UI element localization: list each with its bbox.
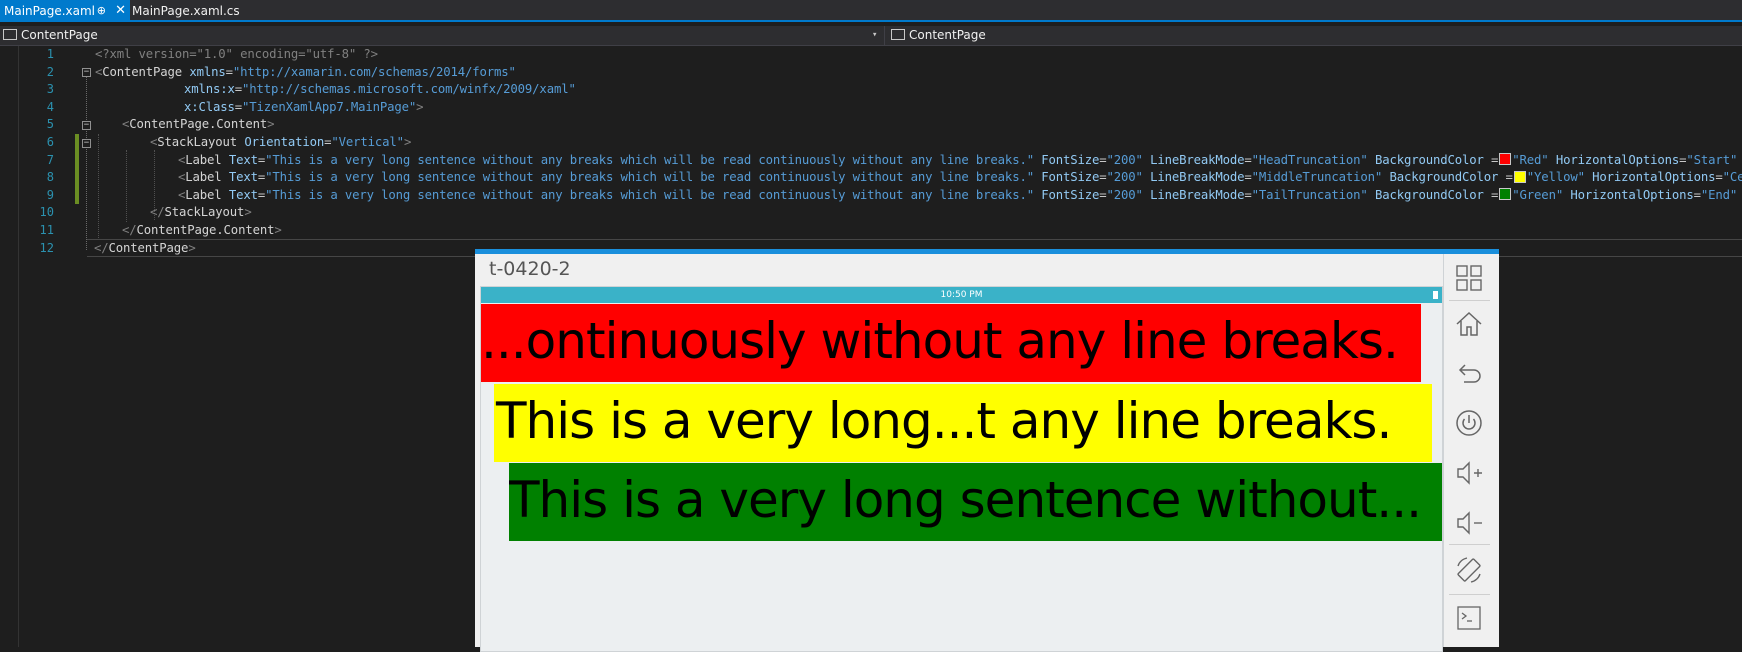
pin-icon[interactable]: ⊕ — [97, 0, 106, 22]
volume-down-icon[interactable] — [1455, 509, 1483, 537]
line-number: 10 — [39, 205, 54, 220]
toolbar-divider — [1449, 544, 1490, 545]
emulator-title: t-0420-2 — [489, 258, 571, 280]
line-number: 4 — [46, 99, 54, 114]
line-number: 6 — [46, 135, 54, 149]
editor-margin — [0, 46, 19, 647]
label-middle-truncation: This is a very long...t any line breaks. — [494, 384, 1432, 462]
line-number: 5 — [46, 117, 54, 132]
collapse-icon[interactable]: − — [82, 68, 91, 77]
code-line-6: <StackLayout Orientation="Vertical"> — [150, 135, 412, 149]
code-line-8: <Label Text="This is a very long sentenc… — [178, 170, 1742, 185]
nav-separator — [884, 26, 885, 45]
code-line-12: </ContentPage> — [94, 240, 196, 255]
fold-guide — [86, 74, 88, 250]
code-line-7: <Label Text="This is a very long sentenc… — [178, 152, 1738, 167]
code-line-10: </StackLayout> — [150, 205, 252, 220]
nav-right-label: ContentPage — [909, 28, 986, 42]
volume-up-icon[interactable] — [1455, 459, 1483, 487]
code-line-1: <?xml version="1.0" encoding="utf-8" ?> — [95, 46, 378, 64]
tab-mainpage-xaml-cs[interactable]: MainPage.xaml.cs — [128, 0, 240, 22]
code-line-3: xmlns:x="http://schemas.microsoft.com/wi… — [184, 82, 576, 97]
collapse-icon[interactable]: − — [82, 139, 91, 148]
line-number: 1 — [46, 47, 54, 61]
back-icon[interactable] — [1455, 360, 1483, 388]
terminal-icon[interactable] — [1455, 604, 1483, 632]
line-number: 12 — [39, 240, 54, 255]
line-number: 11 — [39, 223, 54, 237]
toolbar-divider — [1449, 594, 1490, 595]
color-swatch-yellow — [1513, 170, 1526, 183]
navigation-bar: ContentPage ▾ ContentPage — [0, 26, 1742, 46]
nav-left-label: ContentPage — [21, 28, 98, 42]
label-tail-truncation: This is a very long sentence without... — [509, 463, 1442, 541]
element-icon — [3, 29, 17, 40]
nav-right-combo[interactable]: ContentPage — [888, 26, 986, 45]
color-swatch-red — [1499, 153, 1512, 166]
power-icon[interactable] — [1455, 409, 1483, 437]
nav-left-combo[interactable]: ContentPage — [0, 26, 98, 45]
code-line-9: <Label Text="This is a very long sentenc… — [178, 187, 1738, 202]
close-icon[interactable]: ✕ — [115, 0, 126, 22]
code-line-4: x:Class="TizenXamlApp7.MainPage"> — [184, 99, 424, 114]
line-number: 8 — [46, 170, 54, 185]
toolbar-divider — [1449, 300, 1490, 301]
rotate-icon[interactable] — [1455, 556, 1483, 584]
indent-guide — [126, 150, 128, 222]
element-icon — [891, 29, 905, 40]
line-number: 2 — [46, 64, 54, 79]
code-line-2: <ContentPage xmlns="http://xamarin.com/s… — [95, 64, 516, 79]
apps-icon[interactable] — [1455, 264, 1483, 292]
emulator-screen[interactable]: 10:50 PM ...ontinuously without any line… — [480, 286, 1443, 652]
color-swatch-green — [1499, 188, 1512, 201]
element-name: ContentPage — [102, 64, 183, 79]
emulator-window: t-0420-2 10:50 PM ...ontinuously without… — [475, 249, 1499, 652]
indent-guide — [98, 134, 100, 240]
battery-icon — [1433, 291, 1438, 299]
document-tab-strip: MainPage.xaml ⊕ ✕ MainPage.xaml.cs — [0, 0, 1742, 22]
emulator-side-toolbar — [1443, 254, 1495, 647]
status-bar: 10:50 PM — [481, 287, 1442, 303]
line-number: 7 — [46, 152, 54, 167]
status-time: 10:50 PM — [940, 290, 983, 300]
tab-label: MainPage.xaml.cs — [132, 4, 240, 18]
code-line-11: </ContentPage.Content> — [122, 223, 282, 237]
change-indicator — [75, 134, 79, 204]
home-icon[interactable] — [1455, 310, 1483, 338]
line-number: 3 — [46, 82, 54, 97]
chevron-down-icon[interactable]: ▾ — [872, 26, 877, 45]
xml-declaration: <?xml version="1.0" encoding="utf-8" ?> — [95, 47, 378, 61]
line-number: 9 — [46, 187, 54, 202]
collapse-icon[interactable]: − — [82, 121, 91, 130]
tab-label: MainPage.xaml — [4, 4, 95, 18]
code-line-5: <ContentPage.Content> — [122, 117, 275, 132]
label-head-truncation: ...ontinuously without any line breaks. — [481, 304, 1421, 382]
tab-mainpage-xaml[interactable]: MainPage.xaml ⊕ ✕ — [0, 0, 130, 22]
